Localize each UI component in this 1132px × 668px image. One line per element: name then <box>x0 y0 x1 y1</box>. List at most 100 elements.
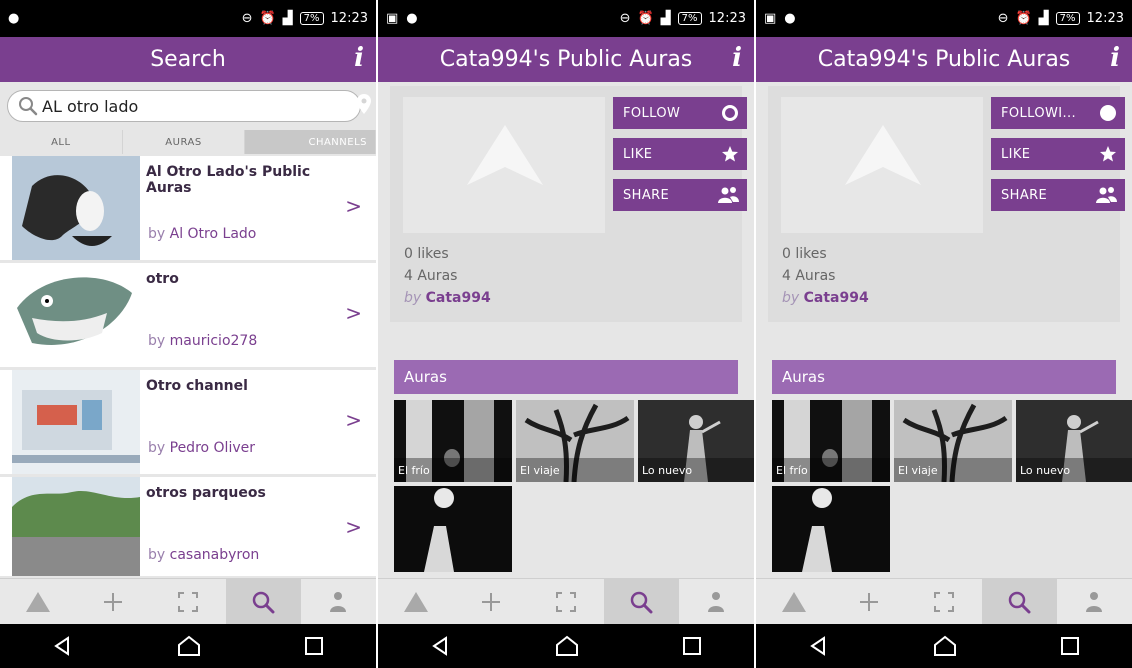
battery-icon: 7% <box>677 12 702 25</box>
nav-scan[interactable] <box>528 579 603 624</box>
result-thumbnail <box>12 477 140 576</box>
android-nav-bar <box>756 624 1132 668</box>
clock: 12:23 <box>1086 11 1124 26</box>
alarm-icon: ⏰ <box>637 11 654 26</box>
nav-profile[interactable] <box>679 579 754 624</box>
back-icon[interactable] <box>52 635 74 657</box>
dnd-icon: ⊖ <box>997 11 1009 26</box>
search-row <box>0 82 376 130</box>
android-nav-bar <box>0 624 376 668</box>
back-icon[interactable] <box>430 635 452 657</box>
section-header: Auras <box>772 360 1116 394</box>
result-author: by mauricio278 <box>148 333 258 349</box>
section-header: Auras <box>394 360 738 394</box>
search-box[interactable] <box>7 90 361 122</box>
location-pin-icon[interactable] <box>357 94 371 114</box>
aura-logo-icon <box>781 591 806 612</box>
nav-scan[interactable] <box>150 579 225 624</box>
list-item[interactable]: Al Otro Lado's Public Auras > by Al Otro… <box>0 156 376 260</box>
search-icon <box>252 591 275 613</box>
results-list: Al Otro Lado's Public Auras > by Al Otro… <box>0 156 376 576</box>
title-bar: Cata994's Public Auras i <box>378 37 754 82</box>
like-button[interactable]: LIKE <box>991 138 1125 170</box>
list-item[interactable]: otro > by mauricio278 <box>0 263 376 367</box>
author-link[interactable]: Cata994 <box>804 290 869 306</box>
author-link[interactable]: Cata994 <box>426 290 491 306</box>
tab-channels[interactable]: CHANNELS <box>245 130 376 154</box>
android-nav-bar <box>378 624 754 668</box>
aura-label: Lo nuevo <box>638 458 754 482</box>
profile-picture <box>403 97 605 233</box>
bottom-nav <box>756 578 1132 624</box>
info-button[interactable]: i <box>354 43 364 73</box>
follow-button[interactable]: FOLLOW <box>613 97 747 129</box>
nav-home[interactable] <box>756 579 831 624</box>
nav-scan[interactable] <box>906 579 981 624</box>
nav-home[interactable] <box>378 579 453 624</box>
auras-count: 4 Auras <box>404 268 458 284</box>
nav-search[interactable] <box>981 579 1057 624</box>
profile-picture <box>781 97 983 233</box>
search-icon <box>630 591 653 613</box>
result-author: by Pedro Oliver <box>148 440 255 456</box>
search-input[interactable] <box>42 96 292 116</box>
person-icon <box>708 591 725 612</box>
tab-all[interactable]: ALL <box>0 130 123 154</box>
aura-tile[interactable] <box>772 486 890 572</box>
result-title: otros parqueos <box>146 485 266 501</box>
plus-icon <box>859 592 878 611</box>
status-bar: ● ⊖ ⏰ ▟ 7% 12:23 <box>0 0 376 37</box>
aura-label: El frío <box>394 458 512 482</box>
info-button[interactable]: i <box>732 43 742 73</box>
like-button[interactable]: LIKE <box>613 138 747 170</box>
battery-icon: 7% <box>299 12 324 25</box>
home-icon[interactable] <box>177 635 201 657</box>
nav-profile[interactable] <box>1057 579 1132 624</box>
home-icon[interactable] <box>933 635 957 657</box>
list-item[interactable]: Otro channel > by Pedro Oliver <box>0 370 376 474</box>
info-button[interactable]: i <box>1110 43 1120 73</box>
aura-tile[interactable]: El viaje <box>894 400 1012 482</box>
tab-auras[interactable]: AURAS <box>122 130 246 154</box>
battery-icon: 7% <box>1055 12 1080 25</box>
aura-label: El frío <box>772 458 890 482</box>
home-icon[interactable] <box>555 635 579 657</box>
auras-grid: El frío El viaje Lo nuevo <box>772 400 1132 572</box>
nav-search[interactable] <box>225 579 301 624</box>
aura-tile[interactable]: El viaje <box>516 400 634 482</box>
person-icon <box>330 591 347 612</box>
share-button[interactable]: SHARE <box>991 179 1125 211</box>
aura-logo-icon <box>403 591 428 612</box>
nav-home[interactable] <box>0 579 75 624</box>
list-item[interactable]: otros parqueos > by casanabyron <box>0 477 376 576</box>
nav-add[interactable] <box>75 579 150 624</box>
result-author: by Al Otro Lado <box>148 226 257 242</box>
back-icon[interactable] <box>808 635 830 657</box>
aura-tile[interactable]: El frío <box>772 400 890 482</box>
nav-add[interactable] <box>453 579 528 624</box>
aura-tile[interactable] <box>394 486 512 572</box>
alarm-icon: ⏰ <box>1015 11 1032 26</box>
aura-logo-icon <box>467 125 543 185</box>
nav-profile[interactable] <box>301 579 376 624</box>
nav-add[interactable] <box>831 579 906 624</box>
aura-logo-icon <box>25 591 50 612</box>
nav-search[interactable] <box>603 579 679 624</box>
aura-tile[interactable]: Lo nuevo <box>1016 400 1132 482</box>
aura-tile[interactable]: El frío <box>394 400 512 482</box>
aura-label: El viaje <box>894 458 1012 482</box>
result-title: Al Otro Lado's Public Auras <box>146 164 311 196</box>
search-screen: ● ⊖ ⏰ ▟ 7% 12:23 Search i ALL AURAS CHAN… <box>0 0 376 668</box>
star-icon <box>722 146 738 162</box>
profile-screen-following: ▣ ● ⊖ ⏰ ▟ 7% 12:23 Cata994's Public Auras… <box>756 0 1132 668</box>
aura-tile[interactable]: Lo nuevo <box>638 400 754 482</box>
chevron-right-icon: > <box>345 515 362 539</box>
following-button[interactable]: FOLLOWI... <box>991 97 1125 129</box>
share-button[interactable]: SHARE <box>613 179 747 211</box>
page-title: Search <box>150 47 226 72</box>
recents-icon[interactable] <box>1060 636 1080 656</box>
signal-icon: ▟ <box>1038 11 1049 26</box>
alarm-icon: ⏰ <box>259 11 276 26</box>
recents-icon[interactable] <box>304 636 324 656</box>
recents-icon[interactable] <box>682 636 702 656</box>
